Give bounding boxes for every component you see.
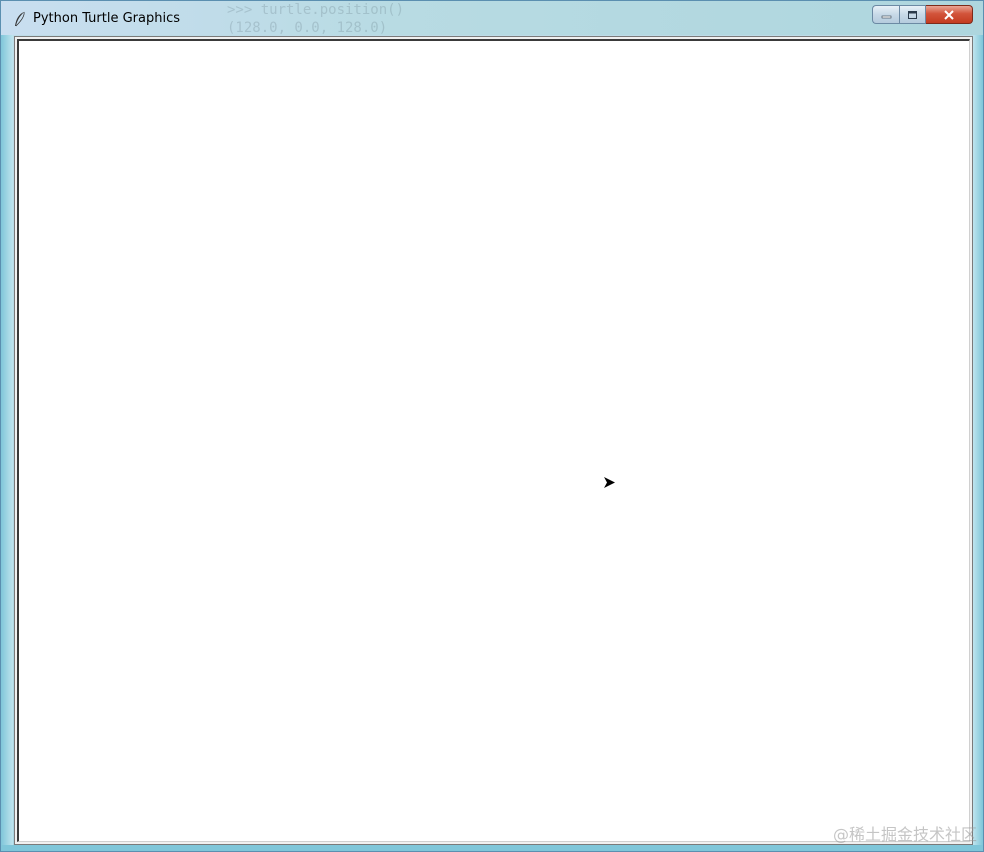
background-text-line-2: (128.0, 0.0, 128.0) <box>227 20 388 36</box>
turtle-arrow-icon <box>604 477 615 488</box>
turtle-canvas[interactable] <box>17 39 970 842</box>
feather-icon <box>15 11 25 27</box>
background-window-text: >>> turtle.position() (128.0, 0.0, 128.0… <box>227 1 404 37</box>
maximize-icon <box>908 10 917 19</box>
minimize-icon <box>881 15 891 19</box>
canvas-frame <box>14 36 973 845</box>
window-left-edge <box>1 35 13 847</box>
window-controls <box>872 5 973 25</box>
window-right-edge <box>973 35 983 847</box>
close-button[interactable] <box>926 5 973 24</box>
window-bottom-edge <box>1 845 983 851</box>
watermark: @稀土掘金技术社区 <box>832 825 977 844</box>
minimize-button[interactable] <box>872 5 899 24</box>
background-text-line-1: >>> turtle.position() <box>227 2 405 18</box>
close-icon <box>944 9 954 20</box>
maximize-button[interactable] <box>899 5 926 24</box>
title-bar[interactable]: >>> turtle.position() (128.0, 0.0, 128.0… <box>1 1 983 37</box>
window-title: Python Turtle Graphics <box>33 11 180 26</box>
turtle-window: >>> turtle.position() (128.0, 0.0, 128.0… <box>0 0 984 852</box>
